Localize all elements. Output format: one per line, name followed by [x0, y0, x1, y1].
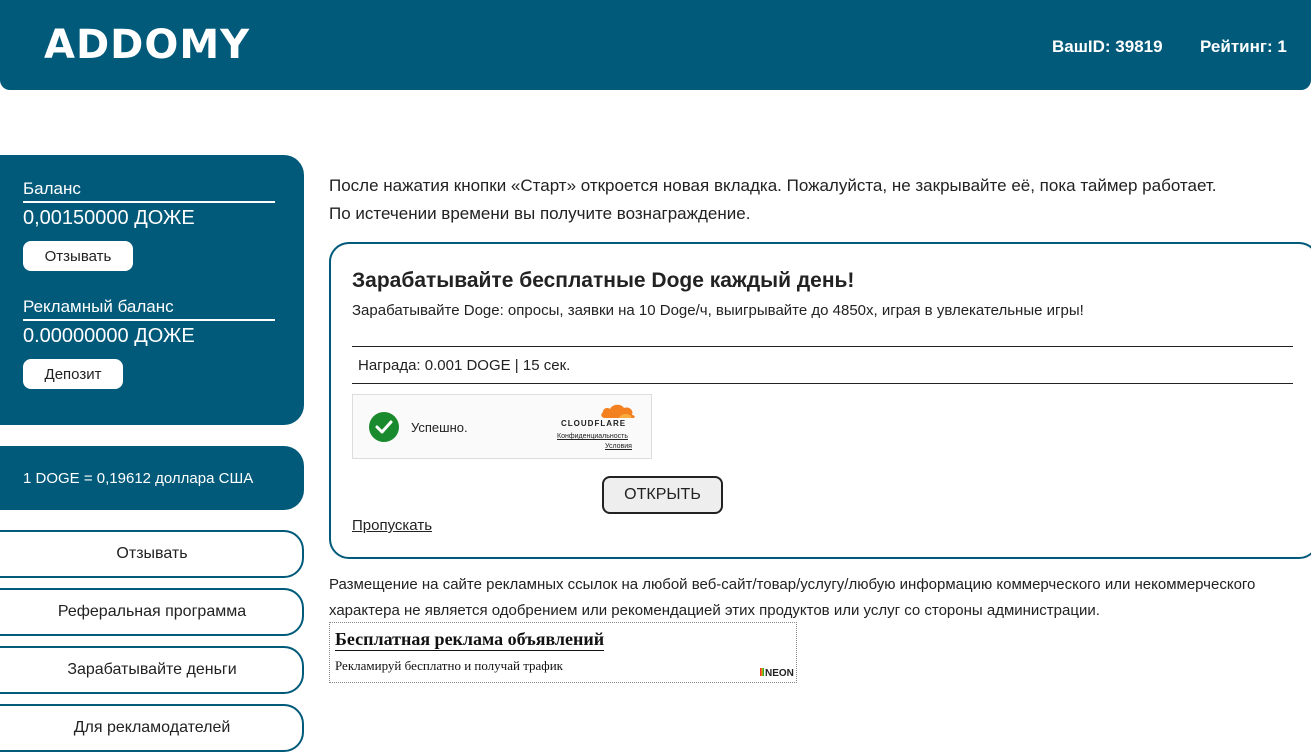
ad-network-logo: NEON: [760, 668, 794, 679]
ad-title[interactable]: Бесплатная реклама объявлений: [335, 629, 605, 651]
nav-referral[interactable]: Реферальная программа: [0, 588, 304, 636]
nav-withdraw[interactable]: Отзывать: [0, 530, 304, 578]
balance-value: 0,00150000 ДОЖЕ: [23, 207, 195, 229]
exchange-rate-card: 1 DOGE = 0,19612 доллара США: [0, 446, 304, 510]
top-header: ADDOMY ВашID: 39819 Рейтинг: 1: [0, 0, 1311, 90]
captcha-status: Успешно.: [411, 420, 468, 435]
notice-line-1: После нажатия кнопки «Старт» откроется н…: [329, 176, 1217, 195]
ad-text: Рекламируй бесплатно и получай трафик: [335, 658, 563, 673]
captcha-terms-link[interactable]: Условия: [605, 443, 632, 450]
nav-earn-money[interactable]: Зарабатывайте деньги: [0, 646, 304, 694]
exchange-rate: 1 DOGE = 0,19612 доллара США: [23, 470, 254, 487]
user-id: ВашID: 39819: [1052, 37, 1163, 56]
task-description: Зарабатывайте Doge: опросы, заявки на 10…: [352, 302, 1084, 319]
disclaimer-line-2: характера не является одобрением или рек…: [329, 602, 1100, 619]
reward-text: Награда: 0.001 DOGE | 15 сек.: [358, 357, 571, 374]
cloudflare-brand: CLOUDFLARE: [561, 419, 627, 428]
ad-brand-text: NEON: [765, 668, 794, 679]
neon-logo-icon: [760, 668, 764, 676]
task-title: Зарабатывайте бесплатные Doge каждый ден…: [352, 269, 855, 292]
nav-advertisers[interactable]: Для рекламодателей: [0, 704, 304, 752]
balance-card: Баланс 0,00150000 ДОЖЕ Отзывать Рекламны…: [0, 155, 304, 425]
deposit-button[interactable]: Депозит: [23, 359, 123, 389]
ad-balance-label: Рекламный баланс: [23, 297, 275, 321]
balance-label: Баланс: [23, 179, 275, 203]
check-circle-icon: [369, 412, 399, 442]
ad-balance-value: 0.00000000 ДОЖЕ: [23, 325, 195, 347]
ad-banner[interactable]: Бесплатная реклама объявлений Рекламируй…: [329, 622, 797, 683]
cloudflare-cloud-icon: [601, 404, 635, 418]
withdraw-button[interactable]: Отзывать: [23, 241, 133, 271]
site-logo[interactable]: ADDOMY: [44, 22, 250, 68]
notice-text: После нажатия кнопки «Старт» откроется н…: [329, 172, 1309, 228]
reward-row: Награда: 0.001 DOGE | 15 сек.: [352, 346, 1293, 384]
user-rating: Рейтинг: 1: [1200, 37, 1287, 56]
notice-line-2: По истечении времени вы получите вознагр…: [329, 204, 751, 223]
open-button[interactable]: ОТКРЫТЬ: [602, 476, 723, 514]
captcha-privacy-link[interactable]: Конфиденциальность: [557, 433, 628, 440]
task-card: Зарабатывайте бесплатные Doge каждый ден…: [329, 242, 1311, 559]
captcha-widget[interactable]: Успешно. CLOUDFLARE Конфиденциальность У…: [352, 394, 652, 459]
disclaimer-line-1: Размещение на сайте рекламных ссылок на …: [329, 576, 1256, 593]
skip-link[interactable]: Пропускать: [352, 517, 432, 534]
